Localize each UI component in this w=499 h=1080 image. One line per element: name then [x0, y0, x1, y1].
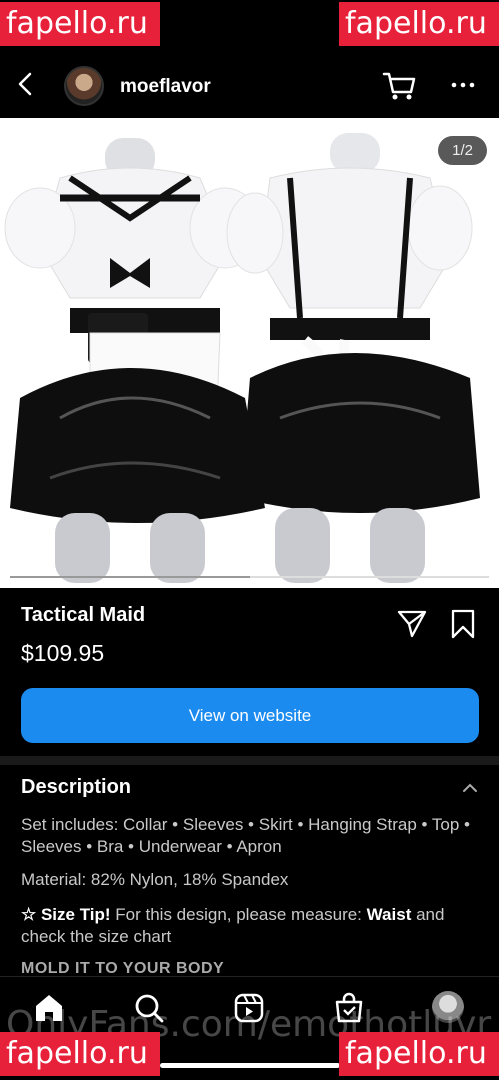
mold-heading: MOLD IT TO YOUR BODY [21, 960, 225, 976]
carousel-progress-fill [10, 576, 250, 578]
watermark-bottom-left: fapello.ru [0, 1032, 160, 1076]
image-counter: 1/2 [438, 136, 487, 165]
product-title: Tactical Maid [21, 604, 146, 626]
back-icon[interactable] [12, 70, 40, 98]
description-heading: Description [21, 776, 132, 798]
chevron-up-icon[interactable] [460, 778, 480, 798]
share-icon[interactable] [396, 608, 428, 640]
size-tip-text: For this design, please measure: [110, 905, 367, 924]
bookmark-icon[interactable] [449, 608, 477, 640]
material-text: Material: 82% Nylon, 18% Spandex [21, 870, 289, 889]
carousel-progress [10, 576, 489, 578]
product-price: $109.95 [21, 640, 105, 666]
product-image-carousel[interactable]: 1/2 [0, 118, 499, 588]
home-indicator [160, 1063, 340, 1068]
description-items: Set includes: Collar • Sleeves • Skirt •… [21, 815, 470, 856]
more-options-icon[interactable] [448, 70, 478, 100]
header: moeflavor [0, 52, 499, 116]
size-tip-label: ☆ Size Tip! [21, 905, 111, 924]
cart-icon[interactable] [382, 70, 418, 102]
size-tip-bold: Waist [366, 905, 412, 924]
section-divider [0, 756, 499, 765]
username[interactable]: moeflavor [120, 76, 211, 98]
product-image [0, 118, 499, 588]
watermark-bottom-right: fapello.ru [339, 1032, 499, 1076]
watermark-top-left: fapello.ru [0, 2, 160, 46]
size-tip: ☆ Size Tip! For this design, please meas… [21, 904, 481, 948]
avatar[interactable] [64, 66, 104, 106]
view-on-website-button[interactable]: View on website [21, 688, 479, 743]
watermark-top-right: fapello.ru [339, 2, 499, 46]
